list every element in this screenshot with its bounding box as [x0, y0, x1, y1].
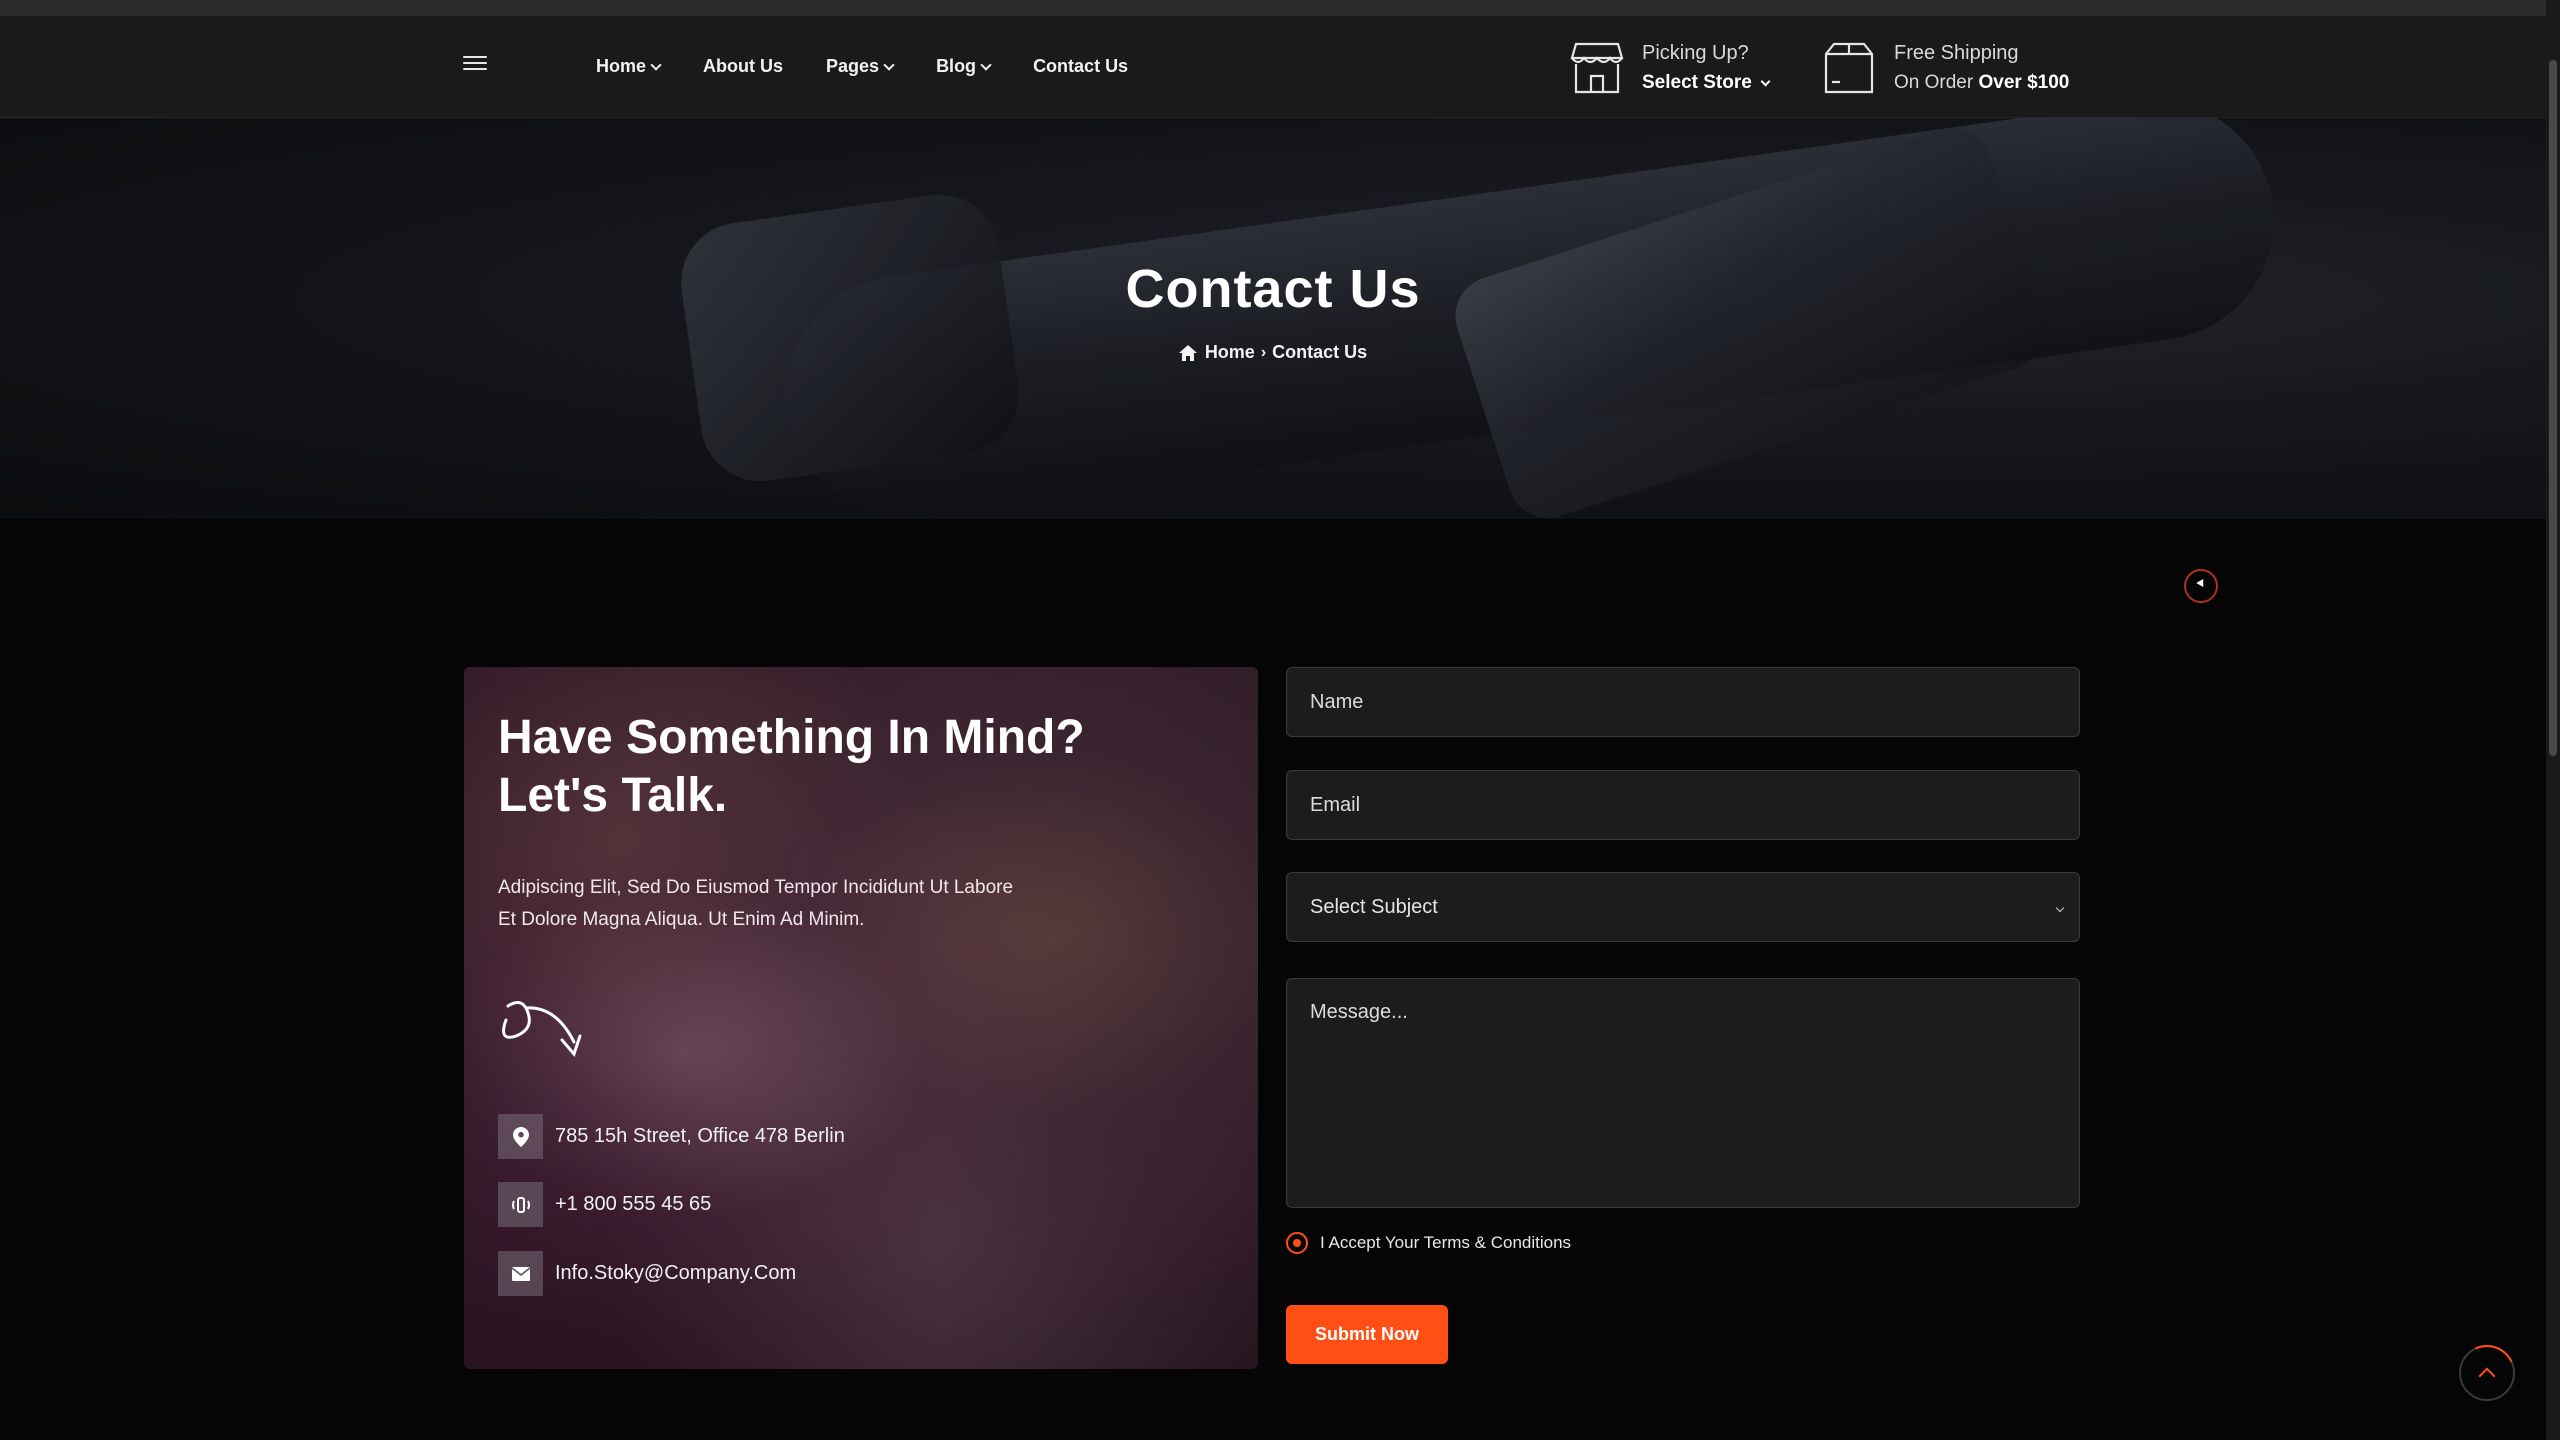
- scroll-to-top-button[interactable]: [2451, 1337, 2523, 1409]
- chevron-down-icon: [980, 58, 992, 71]
- subject-select-value: Select Subject: [1310, 895, 1438, 918]
- submit-button[interactable]: Submit Now: [1286, 1305, 1448, 1364]
- breadcrumb-current: Contact Us: [1272, 342, 1368, 362]
- envelope-icon: [498, 1251, 543, 1296]
- nav-blog[interactable]: Blog: [936, 56, 992, 77]
- nav-blog-label: Blog: [936, 56, 977, 76]
- subject-select[interactable]: Select Subject: [1286, 872, 2080, 942]
- phone-text[interactable]: +1 800 555 45 65: [555, 1193, 711, 1216]
- scrollbar-thumb[interactable]: [2549, 60, 2557, 756]
- phone-item: +1 800 555 45 65: [498, 1182, 711, 1227]
- terms-checkbox[interactable]: I Accept Your Terms & Conditions: [1286, 1232, 1571, 1254]
- nav-about-label: About Us: [703, 56, 784, 76]
- chevron-down-icon: [2055, 903, 2065, 913]
- message-textarea[interactable]: [1286, 978, 2080, 1208]
- nav-pages[interactable]: Pages: [826, 56, 895, 77]
- hamburger-icon[interactable]: [463, 52, 487, 74]
- pickup-store[interactable]: Picking Up? Select Store: [1570, 38, 1771, 98]
- card-title: Have Something In Mind? Let's Talk.: [498, 709, 1218, 825]
- breadcrumb-separator: ›: [1260, 343, 1267, 361]
- shipping-label: Free Shipping: [1894, 42, 2019, 64]
- breadcrumb: Home › Contact Us: [0, 342, 2546, 363]
- card-title-line1: Have Something In Mind?: [498, 711, 1085, 764]
- terms-radio[interactable]: [1286, 1232, 1308, 1254]
- page-banner: Contact Us Home › Contact Us: [0, 118, 2546, 519]
- name-input[interactable]: [1286, 667, 2080, 737]
- main-nav: Home About Us Pages Blog Contact Us: [596, 56, 1171, 77]
- address-text: 785 15h Street, Office 478 Berlin: [555, 1125, 845, 1147]
- top-bar: [0, 0, 2546, 16]
- card-description: Adipiscing Elit, Sed Do Eiusmod Tempor I…: [498, 872, 1098, 936]
- email-item: Info.Stoky@Company.Com: [498, 1251, 796, 1296]
- select-store-label: Select Store: [1642, 72, 1752, 93]
- chevron-down-icon: [1760, 76, 1771, 87]
- phone-icon: [498, 1182, 543, 1227]
- nav-contact-us[interactable]: Contact Us: [1033, 56, 1128, 77]
- box-icon: [1824, 42, 1874, 94]
- page-title: Contact Us: [1125, 259, 1421, 319]
- email-text[interactable]: Info.Stoky@Company.Com: [555, 1262, 796, 1285]
- home-icon: [1178, 344, 1197, 361]
- breadcrumb-home[interactable]: Home: [1205, 342, 1255, 363]
- shipping-prefix: On Order: [1894, 72, 1974, 93]
- email-input[interactable]: [1286, 770, 2080, 840]
- card-text-line1: Adipiscing Elit, Sed Do Eiusmod Tempor I…: [498, 877, 1014, 898]
- curved-arrow-icon: [502, 1001, 582, 1057]
- nav-contact-label: Contact Us: [1033, 56, 1129, 76]
- contact-info-card: Have Something In Mind? Let's Talk. Adip…: [464, 667, 1258, 1369]
- address-item: 785 15h Street, Office 478 Berlin: [498, 1114, 845, 1159]
- nav-about-us[interactable]: About Us: [703, 56, 783, 77]
- chevron-down-icon: [883, 58, 895, 71]
- nav-home[interactable]: Home: [596, 56, 662, 77]
- shipping-threshold: Over $100: [1978, 72, 2070, 93]
- terms-label: I Accept Your Terms & Conditions: [1320, 1233, 1572, 1252]
- page-scrollbar[interactable]: [2546, 0, 2560, 1440]
- pickup-label: Picking Up?: [1642, 42, 1749, 64]
- select-store-dropdown[interactable]: Select Store: [1642, 68, 1771, 98]
- chevron-down-icon: [650, 58, 662, 71]
- store-icon: [1570, 42, 1624, 94]
- location-pin-icon: [498, 1114, 543, 1159]
- card-text-line2: Et Dolore Magna Aliqua. Ut Enim Ad Minim…: [498, 909, 865, 930]
- site-header: Home About Us Pages Blog Contact Us Pick…: [0, 16, 2546, 118]
- free-shipping: Free Shipping On Order Over $100: [1822, 38, 2069, 98]
- nav-home-label: Home: [596, 56, 647, 76]
- nav-pages-label: Pages: [826, 56, 880, 76]
- card-title-line2: Let's Talk.: [498, 769, 728, 822]
